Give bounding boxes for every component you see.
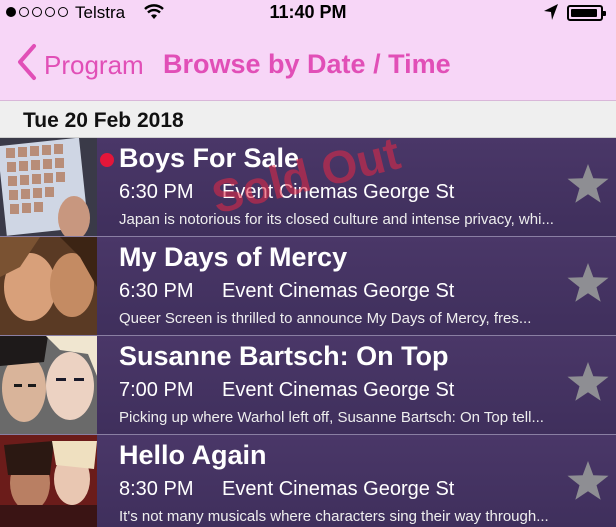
event-title: Hello Again: [119, 440, 267, 470]
status-time: 11:40 PM: [269, 2, 347, 22]
event-venue: Event Cinemas George St: [222, 379, 455, 401]
section-date: Tue 20 Feb 2018: [23, 109, 184, 132]
event-time: 8:30 PM: [119, 478, 194, 500]
event-venue: Event Cinemas George St: [222, 280, 455, 302]
event-description: It's not many musicals where characters …: [119, 508, 549, 525]
navigation-bar: Program Browse by Date / Time: [0, 26, 616, 101]
star-icon[interactable]: [566, 261, 610, 305]
event-thumbnail: [0, 138, 97, 236]
event-time: 6:30 PM: [119, 280, 194, 302]
event-description: Picking up where Warhol left off, Susann…: [119, 409, 544, 426]
event-thumbnail: [0, 435, 97, 527]
event-title: My Days of Mercy: [119, 242, 348, 272]
chevron-left-icon[interactable]: [12, 42, 42, 82]
location-arrow-icon: [544, 4, 558, 20]
event-thumbnail: [0, 237, 97, 335]
back-button[interactable]: Program: [44, 50, 144, 81]
event-row-susanne-bartsch[interactable]: Susanne Bartsch: On Top 7:00 PM Event Ci…: [0, 336, 616, 435]
event-time: 6:30 PM: [119, 181, 194, 203]
indicator-dot: [100, 153, 114, 167]
event-row-boys-for-sale[interactable]: Boys For Sale 6:30 PM Event Cinemas Geor…: [0, 138, 616, 237]
event-description: Queer Screen is thrilled to announce My …: [119, 310, 532, 327]
date-section-header: Tue 20 Feb 2018: [0, 101, 616, 138]
event-venue: Event Cinemas George St: [222, 478, 455, 500]
battery-icon: [567, 5, 606, 21]
status-bar: Telstra 11:40 PM: [0, 0, 616, 26]
event-row-my-days-of-mercy[interactable]: My Days of Mercy 6:30 PM Event Cinemas G…: [0, 237, 616, 336]
star-icon[interactable]: [566, 459, 610, 503]
event-thumbnail: [0, 336, 97, 434]
star-icon[interactable]: [566, 360, 610, 404]
event-title: Susanne Bartsch: On Top: [119, 341, 449, 371]
event-description: Japan is notorious for its closed cultur…: [119, 211, 554, 228]
event-time: 7:00 PM: [119, 379, 194, 401]
star-icon[interactable]: [566, 162, 610, 206]
page-title: Browse by Date / Time: [163, 49, 451, 79]
event-row-hello-again[interactable]: Hello Again 8:30 PM Event Cinemas George…: [0, 435, 616, 527]
